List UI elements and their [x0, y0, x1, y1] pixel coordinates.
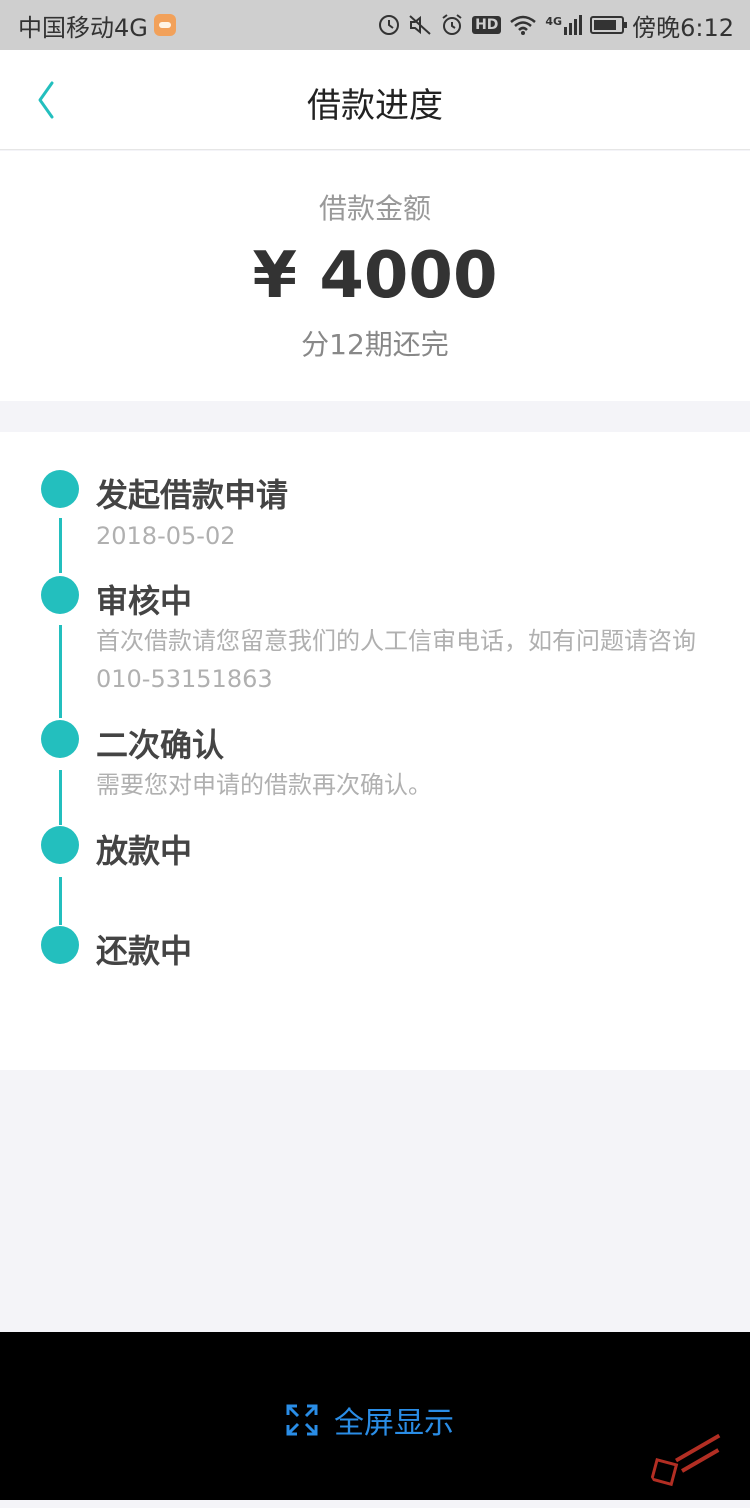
timeline-connector [59, 770, 62, 825]
timeline-dot [41, 470, 79, 508]
timeline-connector [59, 518, 62, 573]
step-description: 2018-05-02 [96, 522, 236, 550]
fullscreen-label: 全屏显示 [334, 1406, 454, 1441]
battery-icon [590, 16, 628, 34]
fullscreen-button[interactable]: 全屏显示 [286, 1398, 454, 1442]
repayment-term: 分12期还完 [301, 328, 449, 361]
signal-icon: 4G [545, 15, 583, 35]
timeline-connector [59, 877, 62, 925]
notification-icon [153, 14, 176, 36]
expand-icon [286, 1404, 318, 1436]
step-title: 还款中 [96, 932, 193, 970]
loan-amount-card: 借款金额 ¥ 4000 分12期还完 [0, 151, 750, 401]
navigation-bar: 借款进度 [0, 50, 750, 150]
bottom-bar: 全屏显示 [0, 1332, 750, 1500]
page-title: 借款进度 [307, 86, 443, 126]
network-type-label: 4G [545, 15, 563, 28]
timeline-dot [41, 576, 79, 614]
hd-icon: HD [472, 16, 502, 34]
step-title: 放款中 [96, 832, 193, 870]
step-description: 首次借款请您留意我们的人工信审电话，如有问题请咨询 010-53151863 [96, 627, 696, 693]
step-title: 审核中 [96, 582, 193, 620]
timeline-dot [41, 720, 79, 758]
step-title: 发起借款申请 [96, 476, 289, 514]
status-bar-left: 中国移动4G [18, 8, 176, 43]
mute-icon [409, 15, 431, 35]
status-bar-right: HD 4G 傍晚6:12 [378, 8, 734, 43]
timeline-dot [41, 826, 79, 864]
status-bar: 中国移动4G HD 4G 傍晚6:12 [0, 0, 750, 50]
data-saver-icon [379, 15, 400, 35]
loan-progress-timeline: 发起借款申请 2018-05-02 审核中 首次借款请您留意我们的人工信审电话，… [0, 432, 750, 1070]
alarm-icon [442, 14, 462, 35]
amount-label: 借款金额 [318, 192, 431, 225]
step-description: 需要您对申请的借款再次确认。 [96, 771, 432, 799]
timeline-connector [59, 625, 62, 718]
clock-label: 傍晚6:12 [632, 13, 734, 42]
wifi-icon [510, 15, 537, 35]
step-title: 二次确认 [96, 726, 225, 764]
watermark-logo [650, 1433, 721, 1487]
carrier-label: 中国移动4G [18, 13, 148, 42]
timeline-dot [41, 926, 79, 964]
amount-value: ¥ 4000 [252, 239, 498, 313]
